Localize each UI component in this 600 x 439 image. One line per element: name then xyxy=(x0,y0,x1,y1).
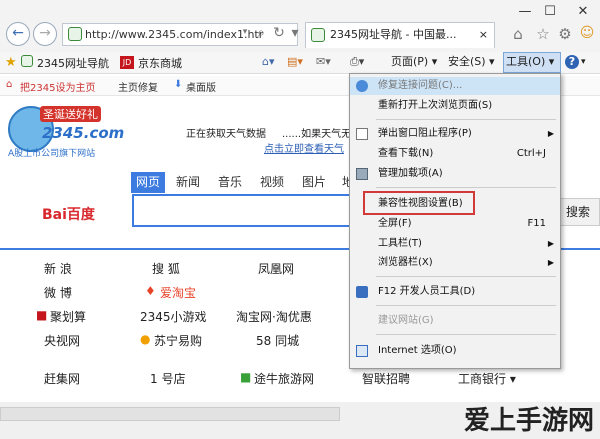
menu-item-addons[interactable]: 管理加载项(A) xyxy=(350,165,560,183)
link-zhaopin[interactable]: 智联招聘 xyxy=(362,370,410,387)
tab-title: 2345网址导航 - 中国最... xyxy=(330,28,457,41)
menu-separator xyxy=(376,119,556,120)
weather-status: 正在获取天气数据 xyxy=(186,129,266,140)
watermark: 爱上手游网 xyxy=(463,406,594,436)
fav-item-jd[interactable]: 京东商城 xyxy=(138,55,182,71)
tab-video[interactable]: 视频 xyxy=(255,172,289,193)
menu-item-explorer-bars[interactable]: 浏览器栏(X) ▶ xyxy=(350,254,560,272)
internet-options-icon xyxy=(356,345,368,357)
print-icon[interactable]: ⎙▾ xyxy=(350,53,364,71)
christmas-banner: 圣诞送好礼 xyxy=(40,106,101,122)
suning-icon: ● xyxy=(140,332,151,346)
brand-text: 2345.com xyxy=(42,124,125,142)
logo-slogan: A股上市公司旗下网站 xyxy=(8,149,96,159)
link-tuniu[interactable]: 途牛旅游网 xyxy=(254,370,314,387)
link-aitaobao[interactable]: 爱淘宝 xyxy=(160,284,196,301)
favorites-star-icon[interactable]: ★ xyxy=(5,55,17,70)
menu-item-fullscreen[interactable]: 全屏(F) F11 xyxy=(350,215,560,233)
link-sina[interactable]: 新 浪 xyxy=(44,260,72,277)
menu-separator xyxy=(376,305,556,306)
tab-2345[interactable]: 2345网址导航 - 中国最... × xyxy=(305,22,495,48)
search-input[interactable] xyxy=(132,194,354,227)
menu-item-devtools[interactable]: F12 开发人员工具(D) xyxy=(350,283,560,301)
mail-icon[interactable]: ✉▾ xyxy=(316,53,331,71)
link-ifeng[interactable]: 凤凰网 xyxy=(258,260,294,277)
taobao-icon: ♦ xyxy=(145,284,156,298)
link-taobao[interactable]: 淘宝网·淘优惠 xyxy=(236,308,312,325)
rss-feed-icon[interactable]: ▤▾ xyxy=(287,53,303,71)
favorites-star-icon[interactable]: ☆ xyxy=(534,25,552,43)
baidu-logo: Bai百度 xyxy=(42,207,95,223)
settings-gear-icon[interactable]: ⚙ xyxy=(556,25,574,43)
site-favicon-icon xyxy=(68,27,82,41)
page-menu-button[interactable]: 页面(P) ▾ xyxy=(391,53,437,71)
devtools-icon xyxy=(356,286,368,298)
addons-icon xyxy=(356,168,368,180)
help-icon[interactable]: ? xyxy=(565,55,579,69)
desktop-version-link[interactable]: 桌面版 xyxy=(186,79,216,94)
menu-separator xyxy=(376,187,556,188)
set-homepage-link[interactable]: 把2345设为主页 xyxy=(20,79,95,94)
link-58[interactable]: 58 同城 xyxy=(256,332,299,349)
menu-item-reopen[interactable]: 重新打开上次浏览页面(S) xyxy=(350,97,560,115)
jd-logo-icon: JD xyxy=(120,56,134,69)
home-cmd-icon[interactable]: ⌂▾ xyxy=(262,53,275,71)
forward-button[interactable]: → xyxy=(33,22,57,46)
back-button[interactable]: ← xyxy=(6,22,30,46)
highlight-box xyxy=(363,191,475,215)
link-juhuasuan[interactable]: 聚划算 xyxy=(50,308,86,325)
menu-item-internet-options[interactable]: Internet 选项(O) xyxy=(350,342,560,360)
menu-item-toolbars[interactable]: 工具栏(T) ▶ xyxy=(350,235,560,253)
fav-2345-icon xyxy=(21,55,33,67)
link-ganji[interactable]: 赶集网 xyxy=(44,370,80,387)
menu-item-suggested-sites[interactable]: 建议网站(G) xyxy=(350,312,560,330)
maximize-button[interactable]: ☐ xyxy=(539,4,561,19)
weather-link[interactable]: 点击立即查看天气 xyxy=(264,140,344,155)
minimize-button[interactable]: — xyxy=(514,4,536,19)
close-window-button[interactable]: ✕ xyxy=(572,4,594,19)
help-dropdown-icon[interactable]: ▾ xyxy=(581,53,586,71)
tab-image[interactable]: 图片 xyxy=(297,172,331,193)
tools-menu-button[interactable]: 工具(O) ▾ xyxy=(506,53,554,71)
link-yhd[interactable]: 1 号店 xyxy=(150,370,185,387)
safety-menu-button[interactable]: 安全(S) ▾ xyxy=(448,53,495,71)
download-icon: ⬇ xyxy=(174,79,183,90)
home-icon[interactable]: ⌂ xyxy=(509,25,527,43)
menu-item-fix-connection[interactable]: 修复连接问题(C)... xyxy=(350,77,560,95)
homepage-fix-link[interactable]: 主页修复 xyxy=(118,79,158,94)
home-icon: ⌂ xyxy=(6,79,13,90)
link-cctv[interactable]: 央视网 xyxy=(44,332,80,349)
tools-dropdown-menu: 修复连接问题(C)... 重新打开上次浏览页面(S) 弹出窗口阻止程序(P) ▶… xyxy=(349,73,561,369)
search-button[interactable]: 搜索 xyxy=(556,198,600,226)
tab-news[interactable]: 新闻 xyxy=(171,172,205,193)
tab-web[interactable]: 网页 xyxy=(131,172,166,193)
juhuasuan-icon: ■ xyxy=(36,308,48,322)
link-sohu[interactable]: 搜 狐 xyxy=(152,260,180,277)
connection-icon xyxy=(356,80,368,92)
tab-close-button[interactable]: × xyxy=(479,23,488,47)
smiley-feedback-icon[interactable]: ☺ xyxy=(578,25,596,41)
horizontal-scrollbar[interactable] xyxy=(0,407,340,421)
tab-favicon-icon xyxy=(311,28,325,42)
menu-item-popup-blocker[interactable]: 弹出窗口阻止程序(P) ▶ xyxy=(350,125,560,143)
link-weibo[interactable]: 微 博 xyxy=(44,284,72,301)
menu-item-downloads[interactable]: 查看下载(N) Ctrl+J xyxy=(350,145,560,163)
refresh-dropdown-icon[interactable]: ▾ xyxy=(286,25,304,41)
link-suning[interactable]: 苏宁易购 xyxy=(154,332,202,349)
menu-separator xyxy=(376,334,556,335)
tuniu-icon: ■ xyxy=(240,370,252,384)
menu-separator xyxy=(376,276,556,277)
popup-icon xyxy=(356,128,368,140)
link-2345games[interactable]: 2345小游戏 xyxy=(140,308,207,325)
link-icbc[interactable]: 工商银行 ▾ xyxy=(458,370,516,387)
fav-item-2345[interactable]: 2345网址导航 xyxy=(21,55,109,71)
tab-music[interactable]: 音乐 xyxy=(213,172,247,193)
site-logo[interactable]: 圣诞送好礼 2345.com A股上市公司旗下网站 xyxy=(6,104,125,159)
search-icon[interactable]: ⌕ xyxy=(252,25,270,41)
